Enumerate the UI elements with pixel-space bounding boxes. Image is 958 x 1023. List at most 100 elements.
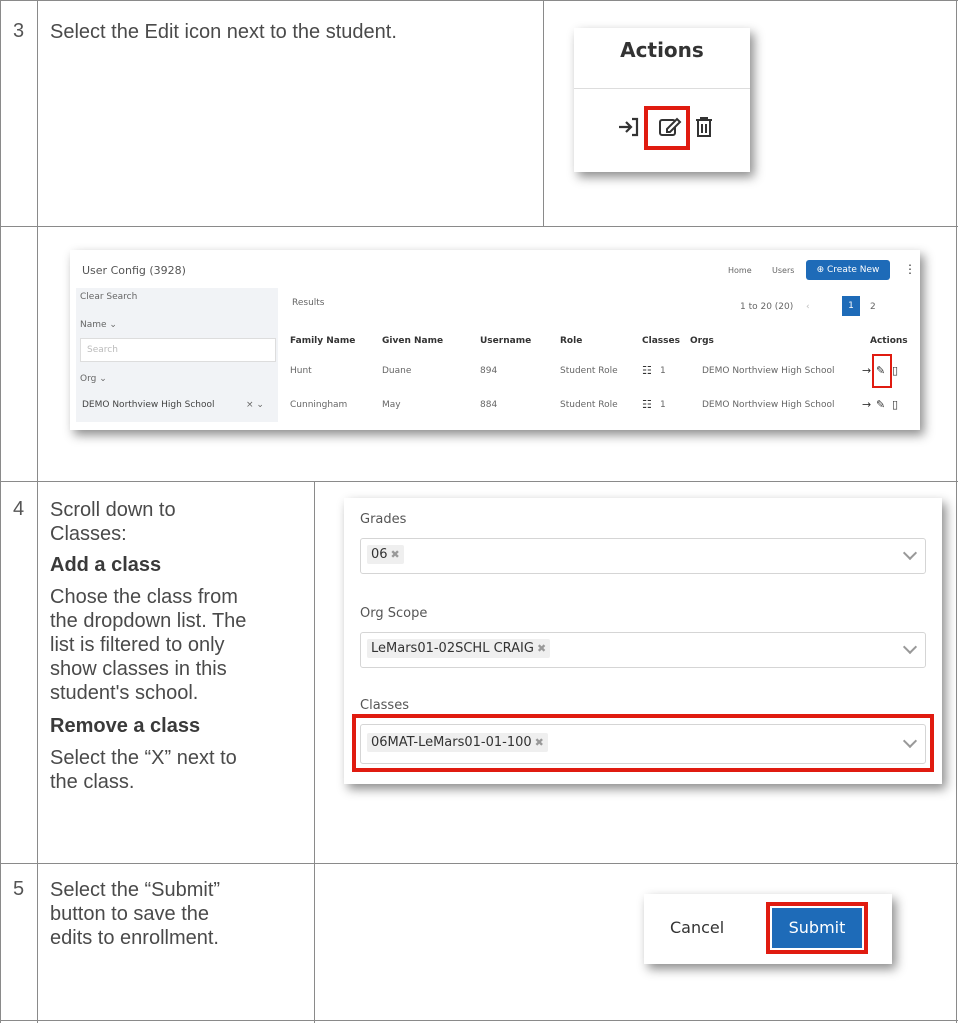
column-header-family-name[interactable]: Family Name [290,336,355,346]
cell-role: Student Role [560,400,618,410]
remove-org-scope-icon[interactable]: ✖ [537,642,546,655]
results-label: Results [292,298,325,308]
step-instruction: Scroll down to Classes: Add a class Chos… [50,498,306,794]
cell-orgs: DEMO Northview High School [702,366,835,376]
add-class-body: Chose the class from the dropdown list. … [50,585,306,705]
step-line: the dropdown list. The [50,610,247,632]
more-menu-icon[interactable]: ⋮ [904,262,916,276]
plus-circle-icon: ⊕ [816,265,825,275]
edit-icon-highlight [872,354,892,388]
breadcrumb-users[interactable]: Users [772,266,794,275]
step-number: 4 [13,498,25,520]
user-config-panel: User Config (3928) Home Users ⊕ Create N… [70,250,920,430]
classes-field-highlight [352,714,934,772]
org-scope-label: Org Scope [360,606,428,621]
clear-org-icon[interactable]: × ⌄ [246,400,264,410]
chevron-down-icon[interactable] [902,639,918,655]
login-arrow-icon[interactable] [616,116,640,142]
pager-prev[interactable]: ‹ [806,302,810,312]
table-border-bottom [0,1020,958,1021]
form-action-bar: Cancel Submit [644,894,892,964]
step-line: Classes: [50,523,127,545]
create-new-label: Create New [827,265,880,275]
step-line: Select the “X” next to [50,747,237,769]
cell-orgs: DEMO Northview High School [702,400,835,410]
add-class-heading: Add a class [50,554,162,576]
column-header-actions: Actions [870,336,908,346]
step-line: student's school. [50,682,199,704]
breadcrumb-home[interactable]: Home [728,266,752,275]
name-search-input[interactable]: Search [80,338,276,362]
edit-icon-highlight [644,106,690,150]
org-scope-chip-label: LeMars01-02SCHL CRAIG [371,641,534,656]
clear-search-link[interactable]: Clear Search [80,292,137,302]
column-divider-step4-5 [314,481,315,1023]
pager-text: 1 to 20 (20) [740,302,794,312]
name-filter-toggle[interactable]: Name ⌄ [80,320,117,330]
grades-select[interactable]: 06 ✖ [360,538,926,574]
trash-icon[interactable]: ▯ [892,364,898,377]
trash-icon[interactable]: ▯ [892,398,898,411]
step-instruction: Select the “Submit” button to save the e… [50,878,306,950]
table-border-top [0,0,958,1]
cell-classes: 1 [660,366,666,376]
login-arrow-icon[interactable]: → [862,364,871,377]
actions-header-divider [574,88,750,89]
create-new-button[interactable]: ⊕ Create New [806,260,890,280]
org-filter-value[interactable]: DEMO Northview High School [82,400,215,410]
column-header-orgs[interactable]: Orgs [690,336,714,346]
remove-grade-icon[interactable]: ✖ [391,548,400,561]
org-filter-toggle[interactable]: Org ⌄ [80,374,107,384]
classes-list-icon[interactable]: ☷ [642,364,652,377]
step-line: edits to enrollment. [50,927,219,949]
cell-family-name: Hunt [290,366,312,376]
row-divider [0,481,958,482]
column-divider-step3 [543,0,544,226]
table-border-left [0,0,1,1023]
step-number: 3 [13,20,25,42]
org-scope-chip: LeMars01-02SCHL CRAIG ✖ [367,639,551,658]
column-header-classes[interactable]: Classes [642,336,680,346]
actions-panel: Actions [574,28,750,172]
submit-button-highlight [766,902,868,954]
step-instruction: Select the Edit icon next to the student… [50,21,397,43]
trash-icon[interactable] [694,116,714,142]
step-line: show classes in this [50,658,227,680]
number-column-divider [37,0,38,1023]
chevron-down-icon[interactable] [902,545,918,561]
grade-chip-label: 06 [371,547,388,562]
cell-given-name: May [382,400,401,410]
edit-enrollment-form: Grades 06 ✖ Org Scope LeMars01-02SCHL CRA… [344,498,942,784]
classes-list-icon[interactable]: ☷ [642,398,652,411]
cancel-button[interactable]: Cancel [670,918,724,937]
step-line: button to save the [50,903,210,925]
table-border-right [956,0,957,1023]
column-header-username[interactable]: Username [480,336,531,346]
step-line: Scroll down to [50,499,176,521]
classes-label: Classes [360,698,409,713]
step-number: 5 [13,878,25,900]
step-line: the class. [50,771,135,793]
grades-label: Grades [360,512,407,527]
page-title: User Config (3928) [82,264,186,277]
search-placeholder: Search [87,345,118,355]
remove-class-heading: Remove a class [50,715,201,737]
cell-role: Student Role [560,366,618,376]
grade-chip: 06 ✖ [367,545,404,564]
cell-username: 884 [480,400,498,410]
org-scope-select[interactable]: LeMars01-02SCHL CRAIG ✖ [360,632,926,668]
edit-icon[interactable]: ✎ [876,398,885,411]
pager-page-1[interactable]: 1 [842,296,860,316]
cell-username: 894 [480,366,498,376]
column-header-given-name[interactable]: Given Name [382,336,443,346]
cell-family-name: Cunningham [290,400,348,410]
row-divider [0,226,958,227]
step-line: Select the “Submit” [50,879,221,901]
remove-class-body: Select the “X” next to the class. [50,746,306,794]
cell-given-name: Duane [382,366,412,376]
pager-page-2[interactable]: 2 [870,302,876,312]
login-arrow-icon[interactable]: → [862,398,871,411]
column-header-role[interactable]: Role [560,336,582,346]
row-divider [0,863,958,864]
step-line: list is filtered to only [50,634,225,656]
